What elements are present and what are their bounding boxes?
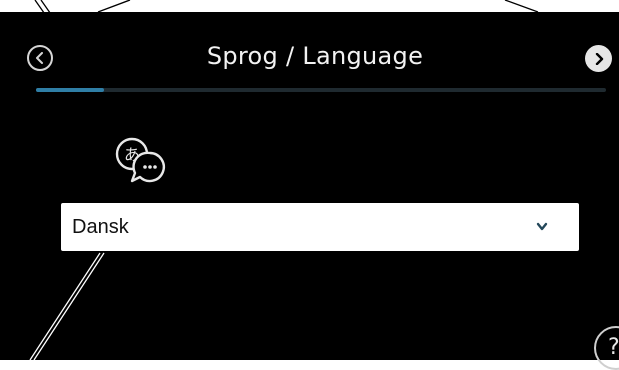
chevron-right-icon: [595, 52, 603, 65]
selected-language: Dansk: [72, 215, 129, 238]
chevron-down-icon: [536, 222, 548, 231]
callout-line-title-right: [504, 0, 539, 13]
language-dropdown[interactable]: Dansk: [61, 203, 579, 251]
device-screen: Sprog / Language あ: [0, 12, 619, 360]
next-button[interactable]: [585, 45, 612, 72]
progress-bar: [36, 88, 606, 92]
language-chat-icon: あ: [115, 137, 165, 183]
callout-line-title-left: [97, 0, 131, 13]
page-title: Sprog / Language: [206, 42, 424, 70]
chevron-left-icon: [36, 52, 43, 64]
help-icon: ?: [608, 335, 619, 360]
progress-fill: [36, 88, 105, 92]
back-button[interactable]: [27, 45, 53, 71]
